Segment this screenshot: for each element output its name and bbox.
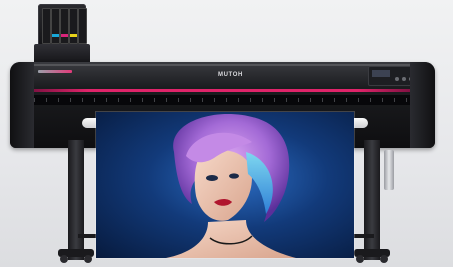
eye <box>206 175 218 181</box>
media-spool-holder <box>384 150 394 190</box>
ink-cartridge <box>42 8 51 44</box>
side-cover-right <box>410 62 435 148</box>
caster-wheel <box>356 255 364 263</box>
brand-logo: MUTOH <box>218 72 243 78</box>
ink-cartridge <box>78 8 87 44</box>
ink-color-label <box>70 34 77 37</box>
neck-shape <box>166 220 296 258</box>
panel-display <box>372 70 390 77</box>
stand-leg-right <box>364 140 380 260</box>
panel-button[interactable] <box>402 77 406 81</box>
portrait-print-image <box>166 113 296 258</box>
ink-cartridge <box>51 8 60 44</box>
caster-wheel <box>84 255 92 263</box>
eye <box>229 173 239 179</box>
ink-color-label <box>61 34 68 37</box>
ink-tower-base <box>34 44 90 64</box>
accent-stripe <box>30 89 415 92</box>
ink-color-label <box>79 34 86 37</box>
platen-guides <box>34 98 411 102</box>
side-cover-left <box>10 62 34 148</box>
body-highlight <box>30 64 415 66</box>
caster-wheel <box>380 255 388 263</box>
ink-cartridge <box>69 8 78 44</box>
model-badge <box>38 70 72 73</box>
panel-button[interactable] <box>395 77 399 81</box>
printer-photo: MUTOH <box>0 0 453 267</box>
caster-wheel <box>60 255 68 263</box>
ink-color-label <box>43 34 50 37</box>
printed-output <box>96 112 354 258</box>
ink-cartridge <box>60 8 69 44</box>
ink-color-label <box>52 34 59 37</box>
stand-leg-left <box>68 140 84 260</box>
